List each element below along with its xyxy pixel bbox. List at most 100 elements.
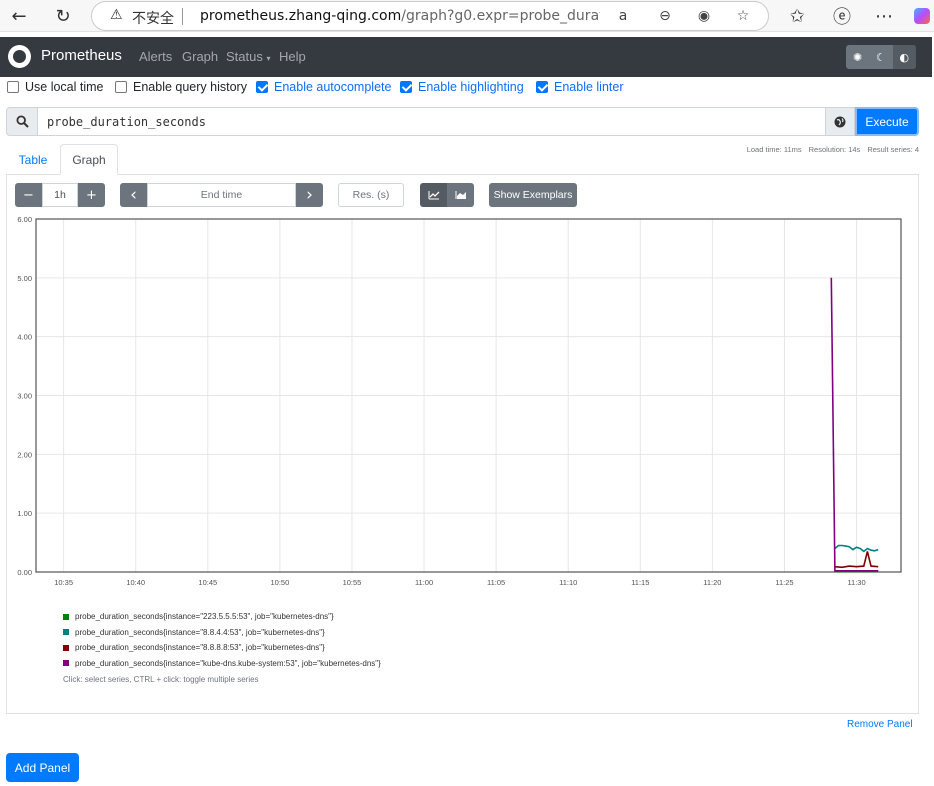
more-menu-icon[interactable]: ⋯ [871, 4, 897, 28]
show-exemplars-button[interactable]: Show Exemplars [489, 183, 577, 207]
x-tick-label: 11:20 [703, 578, 721, 587]
y-tick-label: 5.00 [17, 274, 32, 283]
edge-collections-icon[interactable]: ⓔ [829, 4, 855, 28]
x-tick-label: 10:40 [126, 578, 145, 587]
linter-checkbox[interactable] [536, 81, 548, 93]
url-path: /graph?g0.expr=probe_duration_... [401, 8, 600, 24]
y-tick-label: 1.00 [17, 509, 32, 518]
legend-label: probe_duration_seconds{instance="kube-dn… [75, 658, 381, 668]
caret-down-icon: ▾ [266, 54, 271, 63]
legend-item[interactable]: probe_duration_seconds{instance="8.8.8.8… [63, 640, 381, 656]
execute-button[interactable]: Execute [855, 107, 919, 136]
query-stats: Load time: 11ms Resolution: 14s Result ser… [740, 145, 919, 154]
browser-toolbar: ← ↻ ⚠ 不安全 prometheus.zhang-qing.com/grap… [0, 0, 934, 32]
autocomplete-option[interactable]: Enable autocomplete [256, 80, 391, 94]
copilot-icon[interactable] [912, 4, 932, 28]
y-tick-label: 0.00 [17, 568, 32, 577]
nav-status-label: Status [226, 49, 263, 64]
legend-label: probe_duration_seconds{instance="8.8.4.4… [75, 627, 325, 637]
edge-refresh-icon[interactable]: ◉ [693, 5, 715, 27]
unstacked-line-icon[interactable] [420, 183, 447, 207]
legend-label: probe_duration_seconds{instance="8.8.8.8… [75, 643, 325, 653]
top-navbar: Prometheus Alerts Graph Status ▾ Help ✺ … [0, 37, 932, 77]
auto-theme-icon[interactable]: ◐ [892, 45, 916, 69]
highlighting-checkbox[interactable] [400, 81, 412, 93]
x-tick-label: 11:30 [847, 578, 865, 587]
remove-panel-link[interactable]: Remove Panel [847, 719, 913, 730]
warning-icon[interactable]: ⚠ [110, 7, 123, 23]
prometheus-logo-icon[interactable] [8, 45, 31, 68]
x-tick-label: 11:10 [559, 578, 577, 587]
y-tick-label: 6.00 [17, 215, 32, 224]
metrics-explorer-globe-icon[interactable] [825, 107, 855, 136]
increase-range-button[interactable]: + [78, 183, 105, 207]
query-history-option[interactable]: Enable query history [115, 80, 247, 94]
address-divider [182, 8, 183, 25]
load-time: Load time: 11ms [746, 145, 802, 154]
legend-item[interactable]: probe_duration_seconds{instance="223.5.5… [63, 609, 381, 625]
nav-alerts[interactable]: Alerts [139, 49, 172, 64]
legend-hint: Click: select series, CTRL + click: togg… [63, 675, 259, 684]
brand-link[interactable]: Prometheus [41, 47, 122, 64]
graph-chart[interactable]: 0.00 1.00 2.00 3.00 4.00 5.00 6.00 10:35 10:40 10… [0, 210, 934, 595]
resolution-input[interactable]: Res. (s) [338, 183, 404, 207]
favorite-star-icon[interactable]: ☆ [732, 5, 754, 27]
expression-input[interactable]: probe_duration_seconds [37, 107, 826, 136]
legend-swatch [63, 629, 69, 636]
zoom-out-icon[interactable]: ⊖ [654, 5, 676, 27]
prev-time-button[interactable]: ‹ [120, 183, 147, 207]
next-time-button[interactable]: › [296, 183, 323, 207]
nav-status[interactable]: Status ▾ [226, 49, 271, 64]
use-local-time-label: Use local time [25, 80, 104, 94]
x-tick-label: 10:55 [343, 578, 362, 587]
x-tick-label: 11:00 [415, 578, 433, 587]
legend-item[interactable]: probe_duration_seconds{instance="8.8.4.4… [63, 625, 381, 641]
x-tick-label: 11:15 [631, 578, 649, 587]
use-local-time-option[interactable]: Use local time [7, 80, 104, 94]
stacked-area-icon[interactable] [447, 183, 474, 207]
tab-graph[interactable]: Graph [60, 144, 118, 175]
legend-swatch [63, 613, 69, 620]
address-bar[interactable]: ⚠ 不安全 prometheus.zhang-qing.com/graph?g0… [91, 1, 769, 31]
y-tick-label: 4.00 [17, 333, 32, 342]
autocomplete-checkbox[interactable] [256, 81, 268, 93]
use-local-time-checkbox[interactable] [7, 81, 19, 93]
autocomplete-label: Enable autocomplete [274, 80, 392, 94]
result-series: Result series: 4 [867, 145, 919, 154]
linter-label: Enable linter [554, 80, 624, 94]
insecure-label[interactable]: 不安全 [132, 8, 174, 28]
linter-option[interactable]: Enable linter [536, 80, 624, 94]
query-history-label: Enable query history [133, 80, 247, 94]
x-tick-label: 11:05 [487, 578, 505, 587]
query-history-checkbox[interactable] [115, 81, 127, 93]
x-tick-label: 10:50 [270, 578, 289, 587]
reload-icon[interactable]: ↻ [50, 4, 76, 28]
x-tick-label: 11:25 [775, 578, 793, 587]
range-input[interactable]: 1h [42, 183, 78, 207]
nav-help[interactable]: Help [279, 49, 306, 64]
resolution: Resolution: 14s [808, 145, 861, 154]
end-time-input[interactable]: End time [147, 183, 296, 207]
favorites-icon[interactable]: ✩ [784, 4, 810, 28]
back-arrow-icon[interactable]: ← [6, 4, 32, 28]
y-tick-label: 3.00 [17, 392, 32, 401]
highlighting-option[interactable]: Enable highlighting [400, 80, 524, 94]
url-host: prometheus.zhang-qing.com [200, 8, 402, 24]
dark-theme-icon[interactable]: ☾ [869, 45, 892, 69]
legend-swatch [63, 644, 69, 651]
decrease-range-button[interactable]: − [15, 183, 42, 207]
legend-label: probe_duration_seconds{instance="223.5.5… [75, 612, 334, 622]
legend-swatch [63, 660, 69, 667]
y-tick-label: 2.00 [17, 450, 32, 459]
light-theme-icon[interactable]: ✺ [846, 45, 869, 69]
tab-table[interactable]: Table [8, 144, 58, 175]
search-icon[interactable] [6, 107, 38, 136]
x-tick-label: 10:35 [54, 578, 73, 587]
nav-graph[interactable]: Graph [182, 49, 218, 64]
read-aloud-icon[interactable]: a [612, 5, 634, 27]
legend-item[interactable]: probe_duration_seconds{instance="kube-dn… [63, 656, 381, 672]
url-text[interactable]: prometheus.zhang-qing.com/graph?g0.expr=… [200, 8, 600, 24]
add-panel-button[interactable]: Add Panel [6, 753, 79, 782]
theme-toggle-group: ✺ ☾ ◐ [846, 45, 916, 69]
highlighting-label: Enable highlighting [418, 80, 524, 94]
